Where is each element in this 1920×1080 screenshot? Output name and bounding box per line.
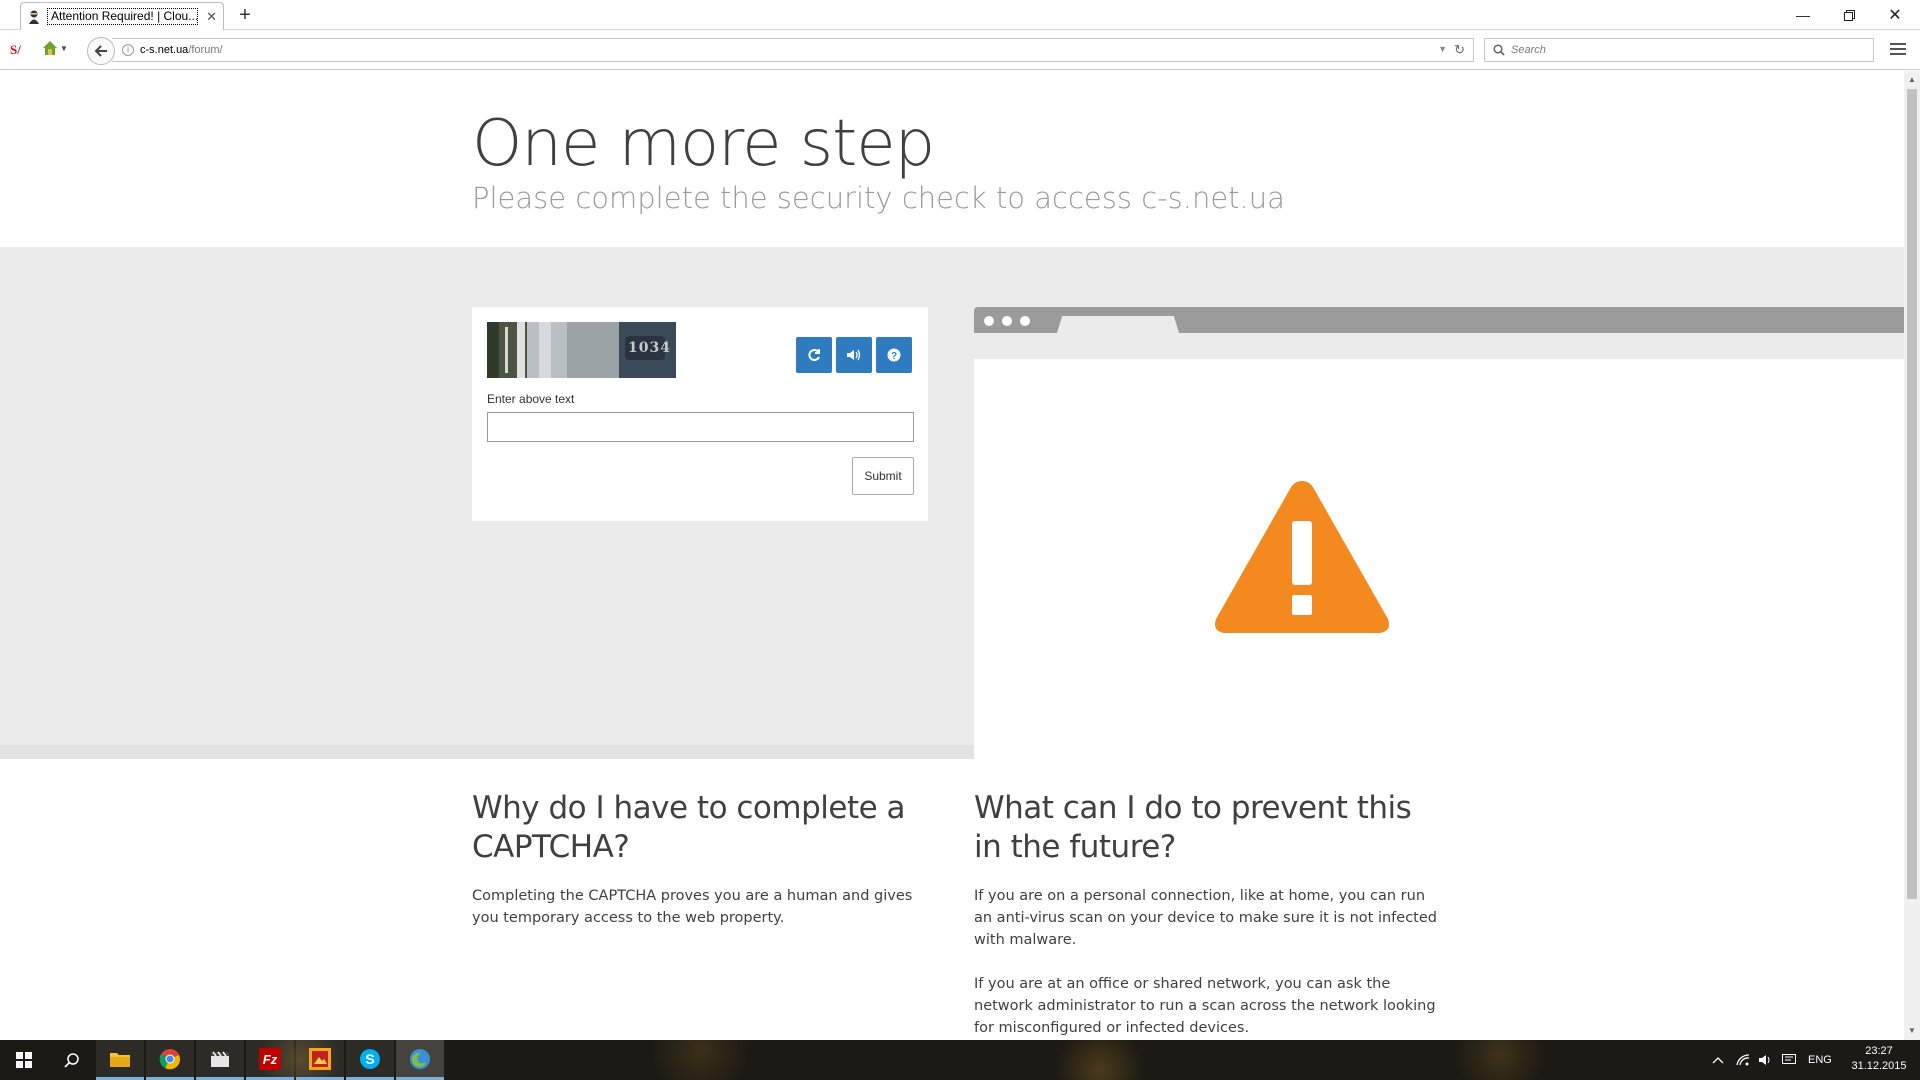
svg-text:S: S [365, 1051, 374, 1067]
audio-captcha-button[interactable] [836, 337, 872, 373]
captcha-text-input[interactable] [487, 412, 914, 442]
back-button[interactable] [87, 37, 115, 65]
illustration-toolbar [974, 307, 1904, 336]
search-icon[interactable] [48, 1040, 96, 1080]
captcha-image: 1034 [487, 322, 676, 378]
captcha-image-text: 1034 [628, 340, 671, 356]
captcha-widget: 1034 ? Enter above text Submit [472, 307, 928, 521]
search-placeholder: Search [1511, 44, 1546, 56]
warning-icon [1215, 481, 1389, 633]
tab-close-icon[interactable]: ✕ [206, 9, 217, 25]
refresh-icon [808, 349, 820, 361]
new-tab-button[interactable]: + [234, 3, 256, 27]
prevent-section: What can I do to prevent this in the fut… [974, 789, 1444, 1040]
addon-s-icon[interactable]: S/ [10, 42, 21, 58]
svg-text:?: ? [891, 351, 897, 362]
action-center-icon[interactable] [1782, 1040, 1796, 1080]
prevent-heading: What can I do to prevent this in the fut… [974, 790, 1412, 865]
why-captcha-heading: Why do I have to complete a CAPTCHA? [472, 790, 906, 865]
page-header: One more step Please complete the securi… [0, 71, 1904, 247]
restore-button[interactable] [1826, 0, 1872, 30]
addon-home-icon[interactable]: ▼ [42, 40, 68, 56]
help-captcha-button[interactable]: ? [876, 337, 912, 373]
why-captcha-text: Completing the CAPTCHA proves you are a … [472, 888, 913, 926]
system-clock[interactable]: 23:27 31.12.2015 [1844, 1044, 1914, 1074]
hamburger-menu-icon[interactable] [1890, 43, 1906, 58]
filezilla-icon[interactable]: Fz [246, 1040, 294, 1080]
page-content: One more step Please complete the securi… [0, 71, 1904, 1040]
network-icon[interactable] [1736, 1040, 1750, 1080]
close-window-button[interactable]: ✕ [1872, 0, 1918, 30]
minimize-button[interactable]: — [1780, 0, 1826, 30]
scroll-down-icon[interactable]: ▼ [1908, 1026, 1916, 1035]
question-icon: ? [887, 348, 901, 362]
why-captcha-section: Why do I have to complete a CAPTCHA? Com… [472, 789, 932, 951]
speaker-icon [847, 349, 861, 361]
clapper-icon[interactable] [196, 1040, 244, 1080]
file-explorer-icon[interactable] [96, 1040, 144, 1080]
url-path: /forum/ [188, 44, 223, 56]
browser-tab[interactable]: Attention Required! | Clou... ✕ [20, 2, 224, 30]
illustration-body [974, 359, 1904, 759]
url-domain: c-s.net.ua [140, 44, 189, 56]
tab-title: Attention Required! | Clou... [47, 8, 199, 25]
windows-start-icon[interactable] [0, 1040, 48, 1080]
chrome-icon[interactable] [146, 1040, 194, 1080]
browser-nav-bar: S/ ▼ i c-s.net.ua /forum/ ▼ ↻ Search [0, 30, 1920, 70]
clock-date: 31.12.2015 [1851, 1060, 1907, 1072]
prevent-paragraph-1: If you are on a personal connection, lik… [974, 888, 1437, 948]
site-info-icon[interactable]: i [122, 44, 134, 56]
section-divider [0, 745, 974, 759]
language-indicator[interactable]: ENG [1808, 1040, 1832, 1080]
illustration-strip [974, 333, 1904, 359]
vertical-scrollbar[interactable]: ▲ ▼ [1904, 71, 1920, 1040]
image-app-icon[interactable] [296, 1040, 344, 1080]
back-arrow-icon [94, 45, 107, 57]
prevent-paragraph-2: If you are at an office or shared networ… [974, 976, 1436, 1036]
svg-text:Fz: Fz [263, 1052, 278, 1067]
scroll-up-icon[interactable]: ▲ [1908, 75, 1916, 84]
ninja-favicon-icon [27, 10, 41, 24]
scroll-thumb[interactable] [1907, 89, 1917, 899]
reload-icon[interactable]: ↻ [1454, 42, 1465, 58]
clock-time: 23:27 [1865, 1045, 1893, 1057]
page-title: One more step [472, 107, 935, 181]
volume-icon[interactable] [1758, 1040, 1772, 1080]
windows-taskbar: Fz S ENG 23:27 31.12.2015 [0, 1040, 1920, 1080]
browser-tab-bar: Attention Required! | Clou... ✕ + — ✕ [0, 0, 1920, 30]
search-icon [1493, 44, 1505, 56]
url-bar[interactable]: i c-s.net.ua /forum/ ▼ ↻ [112, 38, 1474, 62]
submit-button[interactable]: Submit [852, 457, 914, 495]
skype-icon[interactable]: S [346, 1040, 394, 1080]
firefox-icon[interactable] [396, 1040, 444, 1080]
search-bar[interactable]: Search [1484, 38, 1874, 62]
browser-illustration [974, 307, 1904, 759]
captcha-input-label: Enter above text [487, 392, 575, 406]
tray-chevron-icon[interactable] [1712, 1040, 1724, 1080]
refresh-captcha-button[interactable] [796, 337, 832, 373]
url-history-dropdown-icon[interactable]: ▼ [1438, 44, 1447, 54]
page-subtitle: Please complete the security check to ac… [472, 181, 1285, 215]
